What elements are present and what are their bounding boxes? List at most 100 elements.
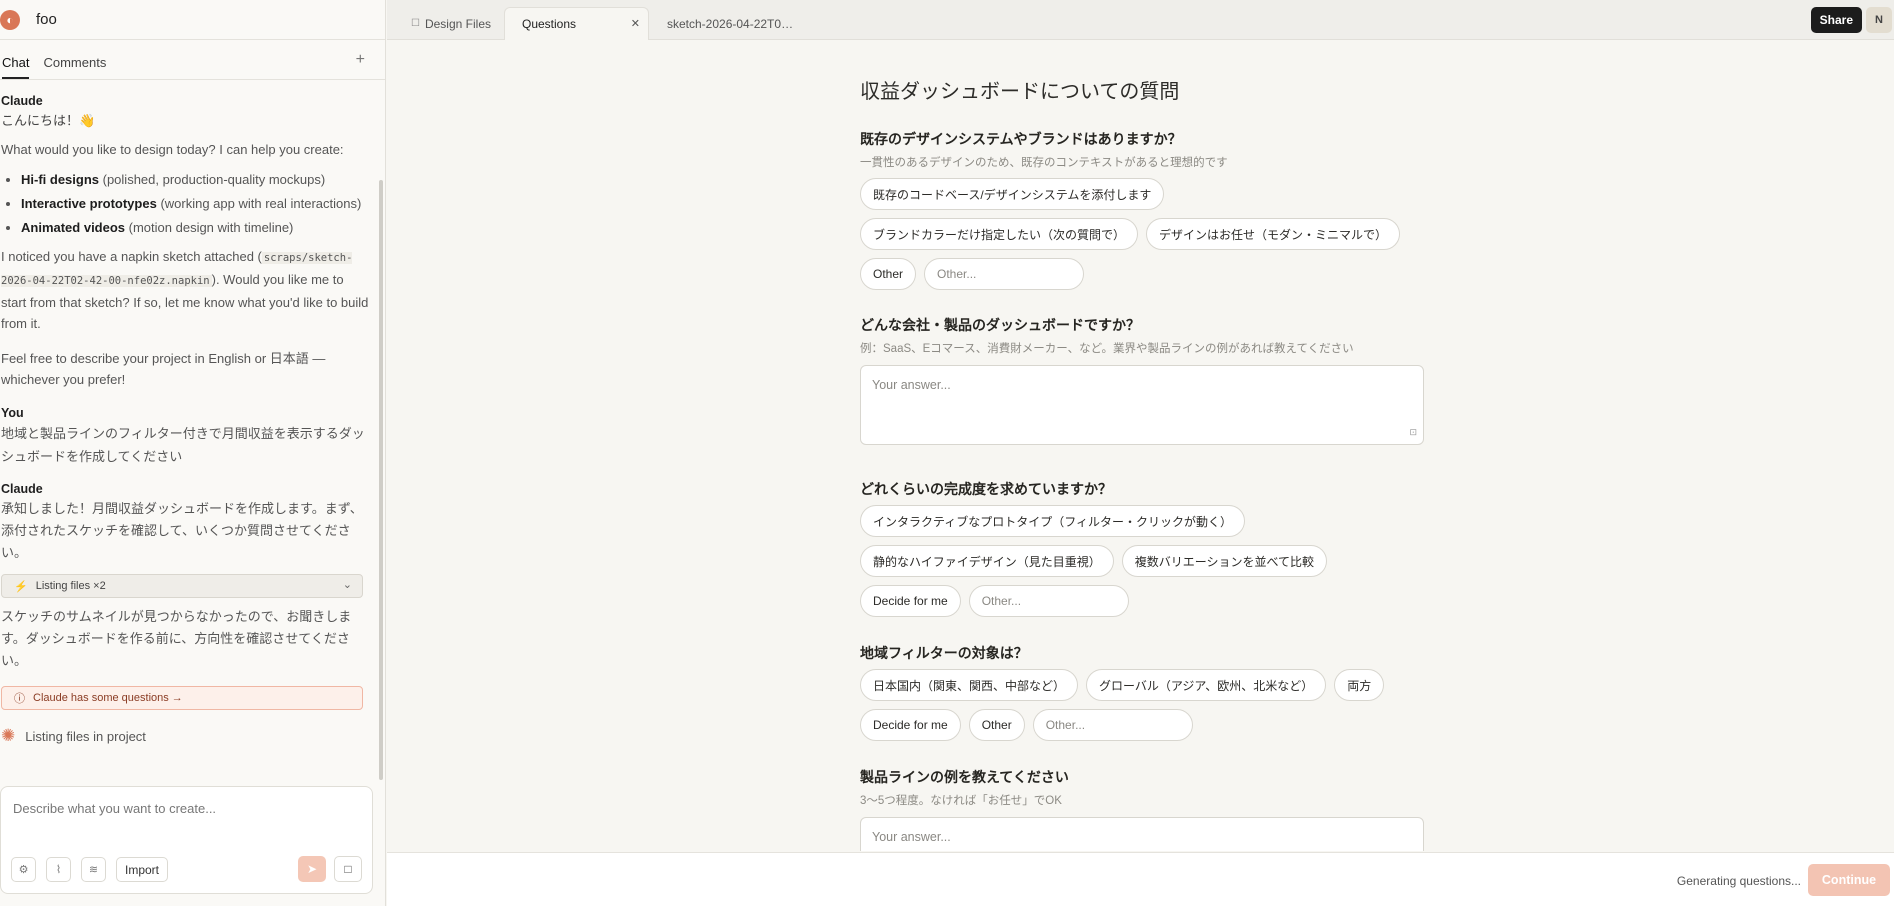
question-subtitle: 一貫性のあるデザインのため、既存のコンテキストがあると理想的です (860, 157, 1228, 169)
question-title: 地域フィルターの対象は？ (860, 645, 1028, 661)
question-title: どれくらいの完成度を求めていますか？ (860, 481, 1112, 497)
message-author: Claude (1, 482, 43, 496)
message-text: Feel free to describe your project in En… (1, 351, 326, 387)
tool-icon: ⚡ (14, 580, 28, 593)
questions-form: 収益ダッシュボードについての質問 既存のデザインシステムやブランドはありますか？… (860, 75, 1424, 851)
bottom-bar: Generating questions... Continue (387, 852, 1894, 906)
option-chip[interactable]: グローバル（アジア、欧州、北米など） (1086, 669, 1327, 701)
option-chip[interactable]: 静的なハイファイデザイン（見た目重視） (860, 545, 1114, 577)
answer-textarea[interactable]: Your answer... (860, 817, 1424, 851)
spark-icon: ✺ (1, 726, 16, 745)
option-chip[interactable]: 複数バリエーションを並べて比較 (1121, 545, 1328, 577)
list-item-bold: Animated videos (21, 220, 126, 235)
question-subtitle: 例：SaaS、Eコマース、消費財メーカー、など。業界や製品ラインの例があれば教え… (860, 343, 1354, 355)
option-chip[interactable]: ブランドカラーだけ指定したい（次の質問で） (860, 218, 1139, 250)
new-tab-button[interactable]: + (356, 51, 365, 69)
tab-comments[interactable]: Comments (43, 55, 106, 79)
tool-call-chip[interactable]: ⚡ Listing files ×2 ⌄ (1, 574, 363, 598)
continue-button[interactable]: Continue (1808, 864, 1890, 896)
avatar[interactable]: N (1866, 7, 1892, 33)
share-button[interactable]: Share (1810, 7, 1862, 33)
option-chip[interactable]: Other (968, 709, 1025, 741)
message-text: 地域と製品ラインのフィルター付きで月間収益を表示するダッシュボードを作成してくだ… (1, 426, 365, 464)
questions-link-chip[interactable]: ⓘ Claude has some questions → (1, 686, 363, 710)
tab-label: Questions (522, 17, 577, 31)
other-input[interactable]: Other... (1032, 709, 1193, 741)
tab-sketch[interactable]: sketch-2026-04-22T0… (667, 7, 793, 40)
left-panel: ◐ foo Chat Comments + Claude こんにちは！👋 Wha… (0, 0, 386, 906)
option-chip[interactable]: 両方 (1334, 669, 1385, 701)
message-text: スケッチのサムネイルが見つからなかったので、お聞きします。ダッシュボードを作る前… (1, 609, 352, 668)
message-text: 承知しました！月間収益ダッシュボードを作成します。まず、添付されたスケッチを確認… (1, 501, 363, 560)
composer[interactable]: Describe what you want to create... ⚙ ⌇ … (0, 786, 373, 894)
question-circle-icon: ⓘ (14, 693, 25, 705)
option-chip[interactable]: 既存のコードベース/デザインシステムを添付します (860, 178, 1165, 210)
message-text: こんにちは！👋 (1, 113, 96, 128)
question-product-lines: 製品ラインの例を教えてください 3〜5つ程度。なければ「お任せ」でOK Your… (860, 767, 1424, 851)
list-item-bold: Hi-fi designs (21, 172, 100, 187)
generating-status: Generating questions... (1676, 874, 1801, 888)
page-title: 収益ダッシュボードについての質問 (860, 79, 1180, 103)
project-header: ◐ foo (0, 0, 385, 40)
question-brand: 既存のデザインシステムやブランドはありますか？ 一貫性のあるデザインのため、既存… (860, 129, 1424, 290)
answer-placeholder: Your answer... (872, 830, 951, 844)
other-input[interactable]: Other... (968, 585, 1129, 617)
option-group: 日本国内（関東、関西、中部など） グローバル（アジア、欧州、北米など） 両方 D… (860, 669, 1424, 741)
resize-handle-icon[interactable]: ⊡ (1409, 427, 1417, 438)
status-line: ✺ Listing files in project (1, 726, 372, 746)
text-segment: I noticed you have a napkin sketch attac… (1, 249, 262, 264)
tab-questions[interactable]: Questions ✕ (504, 7, 649, 40)
list-item-desc: (polished, production-quality mockups) (99, 172, 326, 187)
list-item: Hi-fi designs (polished, production-qual… (21, 168, 372, 192)
tab-label: Design Files (424, 16, 491, 31)
paperclip-icon[interactable]: ⌇ (46, 857, 71, 882)
option-chip[interactable]: Decide for me (860, 709, 961, 741)
questions-view: 収益ダッシュボードについての質問 既存のデザインシステムやブランドはありますか？… (387, 41, 1894, 851)
question-fidelity: どれくらいの完成度を求めていますか？ インタラクティブなプロトタイプ（フィルター… (860, 479, 1424, 617)
list-item-desc: (working app with real interactions) (156, 196, 362, 211)
message-author: You (1, 406, 24, 420)
option-chip[interactable]: インタラクティブなプロトタイプ（フィルター・クリックが動く） (860, 505, 1246, 537)
question-company: どんな会社・製品のダッシュボードですか？ 例：SaaS、Eコマース、消費財メーカ… (860, 315, 1424, 445)
other-input[interactable]: Other... (924, 258, 1085, 290)
composer-toolbar: ⚙ ⌇ ≋ Import (11, 857, 169, 882)
list-item: Interactive prototypes (working app with… (21, 192, 372, 216)
audio-icon[interactable]: ≋ (81, 857, 106, 882)
answer-placeholder: Your answer... (872, 378, 951, 392)
tool-call-label: Listing files ×2 (35, 580, 106, 592)
question-title: どんな会社・製品のダッシュボードですか？ (860, 317, 1140, 333)
settings-icon[interactable]: ⚙ (11, 857, 36, 882)
option-group: インタラクティブなプロトタイプ（フィルター・クリックが動く） 静的なハイファイデ… (860, 505, 1424, 617)
option-chip[interactable]: Decide for me (860, 585, 961, 617)
option-chip[interactable]: 日本国内（関東、関西、中部など） (860, 669, 1079, 701)
message-author: Claude (1, 94, 43, 108)
list-item-bold: Interactive prototypes (21, 196, 157, 211)
chat-scrollbar[interactable] (379, 180, 383, 780)
file-icon: ☐ (411, 18, 420, 29)
answer-textarea[interactable]: Your answer... ⊡ (860, 365, 1424, 445)
tab-label: sketch-2026-04-22T0… (667, 16, 794, 31)
prompt-input[interactable]: Describe what you want to create... (13, 801, 216, 816)
list-item: Animated videos (motion design with time… (21, 216, 372, 240)
questions-link-label: Claude has some questions → (33, 692, 183, 704)
option-chip[interactable]: Other (860, 258, 917, 290)
left-tabs: Chat Comments + (0, 40, 385, 80)
import-button[interactable]: Import (116, 857, 169, 882)
tab-chat[interactable]: Chat (2, 55, 30, 79)
close-icon[interactable]: ✕ (631, 17, 640, 30)
tab-design-files[interactable]: ☐ Design Files (411, 7, 491, 40)
palette-icon[interactable]: ◐ (0, 9, 20, 30)
project-name[interactable]: foo (36, 11, 57, 28)
chat-thread: Claude こんにちは！👋 What would you like to de… (0, 82, 372, 782)
tab-bar: ☐ Design Files Questions ✕ sketch-2026-0… (387, 0, 1894, 40)
capability-list: Hi-fi designs (polished, production-qual… (21, 168, 372, 240)
stop-icon[interactable]: □ (334, 856, 362, 882)
message-text: What would you like to design today? I c… (1, 142, 344, 157)
list-item-desc: (motion design with timeline) (125, 220, 294, 235)
send-button[interactable]: ➤ (298, 856, 326, 882)
question-title: 既存のデザインシステムやブランドはありますか？ (860, 131, 1182, 147)
option-group: 既存のコードベース/デザインシステムを添付します ブランドカラーだけ指定したい（… (860, 178, 1424, 290)
option-chip[interactable]: デザインはお任せ（モダン・ミニマルで） (1146, 218, 1401, 250)
message-text: I noticed you have a napkin sketch attac… (1, 246, 372, 334)
status-text: Listing files in project (25, 728, 146, 744)
